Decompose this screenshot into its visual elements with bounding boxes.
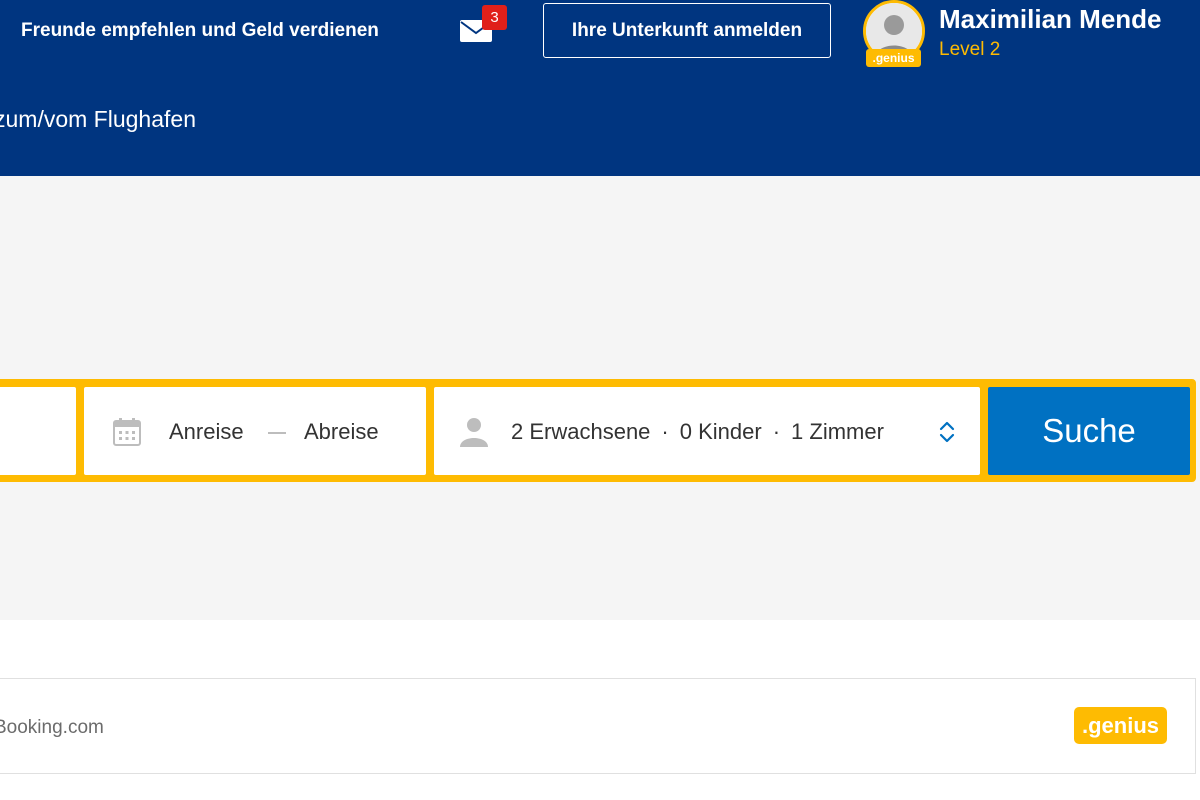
info-row: [0, 678, 1196, 774]
calendar-icon: [113, 418, 141, 446]
checkout-label[interactable]: Abreise: [304, 419, 379, 445]
adults-count: 2 Erwachsene: [511, 419, 651, 444]
avatar-genius-badge: .genius: [866, 49, 921, 67]
date-separator: [268, 432, 286, 434]
rooms-count: 1 Zimmer: [791, 419, 884, 444]
guests-summary[interactable]: 2 Erwachsene · 0 Kinder · 1 Zimmer: [511, 419, 884, 445]
guests-separator: ·: [772, 419, 781, 444]
genius-badge: .genius: [1074, 707, 1167, 744]
inbox-button[interactable]: 3: [460, 5, 507, 44]
chevron-updown-icon[interactable]: [939, 420, 955, 444]
inbox-count-badge: 3: [482, 5, 507, 30]
person-icon: [460, 418, 488, 447]
checkin-label[interactable]: Anreise: [169, 419, 244, 445]
search-button[interactable]: Suche: [988, 387, 1190, 475]
user-name[interactable]: Maximilian Mende: [939, 4, 1162, 35]
refer-friends-link[interactable]: Freunde empfehlen und Geld verdienen: [21, 20, 379, 42]
children-count: 0 Kinder: [679, 419, 762, 444]
destination-input[interactable]: [0, 387, 76, 475]
nav-airport-transfer[interactable]: zum/vom Flughafen: [0, 106, 196, 133]
guests-separator: ·: [661, 419, 669, 444]
user-level: Level 2: [939, 39, 1001, 60]
info-row-text: Booking.com: [0, 717, 104, 738]
register-property-button[interactable]: Ihre Unterkunft anmelden: [543, 3, 831, 58]
